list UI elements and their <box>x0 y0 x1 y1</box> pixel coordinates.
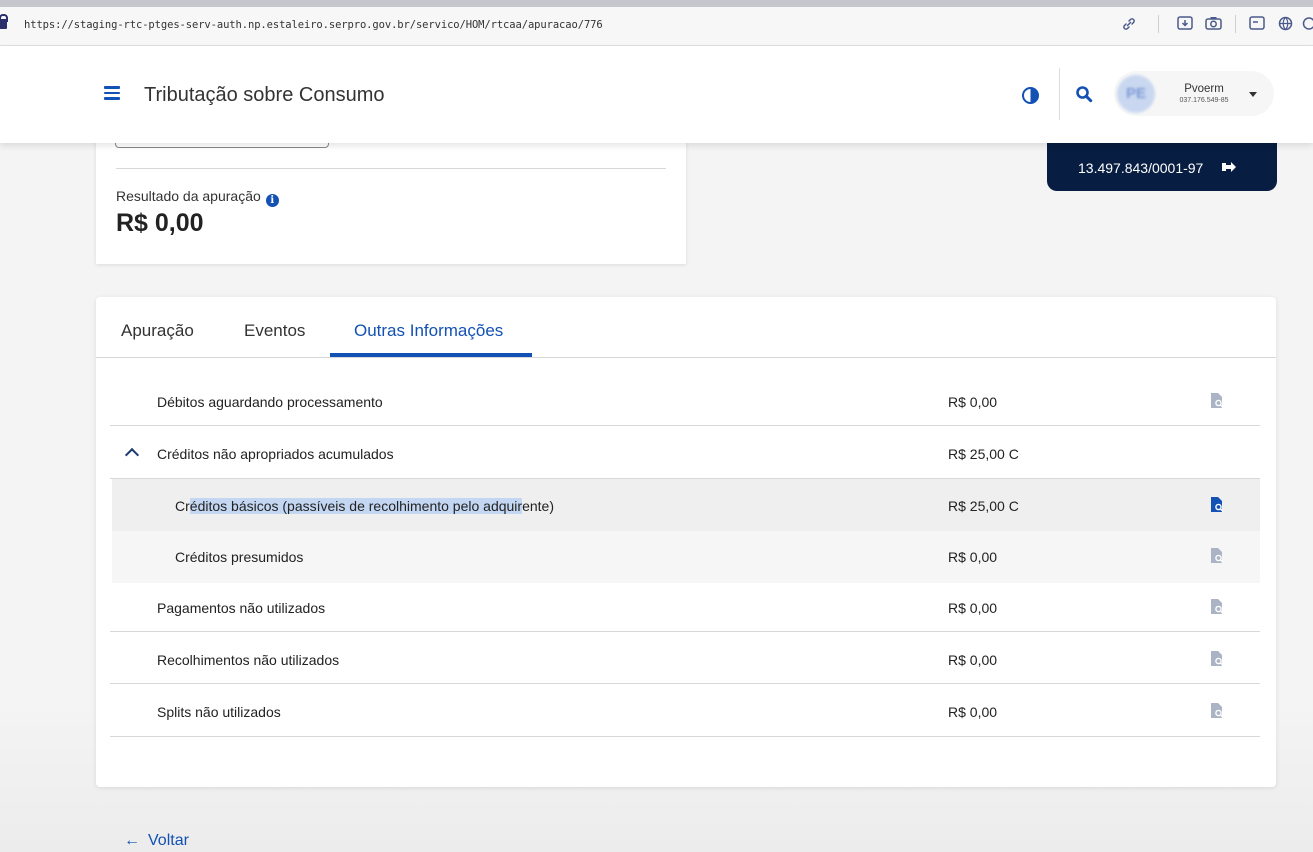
tabs-card: Apuração Eventos Outras Informações Débi… <box>96 297 1276 787</box>
tab-outras-informacoes[interactable]: Outras Informações <box>354 321 503 341</box>
browser-top-strip <box>0 0 1313 7</box>
globe-icon[interactable] <box>1276 16 1294 32</box>
row-value: R$ 25,00 C <box>948 446 1019 462</box>
document-search-icon <box>1210 547 1224 564</box>
row-label: Créditos não apropriados acumulados <box>157 446 394 462</box>
row-value: R$ 0,00 <box>948 652 998 668</box>
result-value: R$ 0,00 <box>116 209 204 237</box>
hamburger-menu-icon[interactable] <box>104 86 120 100</box>
header-divider <box>1059 68 1060 120</box>
row-label: Splits não utilizados <box>157 704 281 720</box>
back-link[interactable]: ← Voltar <box>124 832 189 850</box>
tab-bar: Apuração Eventos Outras Informações <box>96 297 1276 358</box>
camera-icon[interactable] <box>1204 16 1222 32</box>
user-menu-button[interactable]: PE Pvoerm 037.176.549-85 <box>1114 71 1274 116</box>
row-label-suffix: ente) <box>522 498 554 514</box>
app-header: Tributação sobre Consumo PE Pvoerm 037.1… <box>0 46 1313 143</box>
user-id: 037.176.549-85 <box>1179 97 1229 104</box>
avatar: PE <box>1117 75 1155 113</box>
divider <box>116 168 666 169</box>
chevron-up-icon[interactable] <box>124 447 140 463</box>
company-cnpj: 13.497.843/0001-97 <box>1078 160 1204 176</box>
row-value: R$ 0,00 <box>948 394 998 410</box>
search-icon[interactable] <box>1075 85 1093 103</box>
caret-down-icon <box>1249 92 1257 97</box>
link-icon[interactable] <box>1120 16 1138 32</box>
toolbar-separator <box>1235 15 1236 33</box>
row-label: Créditos presumidos <box>175 549 304 565</box>
back-link-label: Voltar <box>148 832 189 849</box>
exit-icon[interactable] <box>1221 160 1236 174</box>
document-search-icon[interactable] <box>1210 496 1224 513</box>
tab-apuracao[interactable]: Apuração <box>121 321 194 341</box>
download-icon[interactable] <box>1176 16 1194 32</box>
row-value: R$ 25,00 C <box>948 498 1019 514</box>
extension-icon[interactable] <box>1300 16 1313 32</box>
lock-icon <box>0 14 8 29</box>
row-value: R$ 0,00 <box>948 549 998 565</box>
document-search-icon <box>1210 702 1224 719</box>
row-label: Créditos básicos (passíveis de recolhime… <box>175 498 554 514</box>
row-label: Pagamentos não utilizados <box>157 600 326 616</box>
toolbar-separator <box>1158 15 1159 33</box>
app-title: Tributação sobre Consumo <box>144 84 385 106</box>
row-label: Débitos aguardando processamento <box>157 394 383 410</box>
info-icon[interactable]: i <box>265 194 279 207</box>
row-divider <box>110 736 1260 737</box>
tab-eventos[interactable]: Eventos <box>244 321 305 341</box>
selected-text: éditos básicos (passíveis de recolhiment… <box>189 498 523 514</box>
document-search-icon <box>1210 392 1224 409</box>
browser-url-bar: https://staging-rtc-ptges-serv-auth.np.e… <box>0 0 1313 46</box>
row-value: R$ 0,00 <box>948 704 998 720</box>
result-label-text: Resultado da apuração <box>116 188 261 204</box>
company-badge[interactable]: 13.497.843/0001-97 <box>1047 143 1277 191</box>
result-label: Resultado da apuração i <box>116 188 279 207</box>
sub-rows-background <box>112 479 1260 583</box>
row-divider <box>110 631 1260 632</box>
row-divider <box>110 478 1260 479</box>
document-search-icon <box>1210 598 1224 615</box>
row-divider <box>110 425 1260 426</box>
row-value: R$ 0,00 <box>948 600 998 616</box>
row-label-prefix: Cr <box>175 498 190 514</box>
user-name: Pvoerm <box>1184 83 1224 95</box>
summary-card: Resultado da apuração i R$ 0,00 <box>96 135 686 264</box>
row-divider <box>110 683 1260 684</box>
contrast-toggle-icon[interactable] <box>1022 87 1039 104</box>
document-search-icon <box>1210 650 1224 667</box>
arrow-left-icon: ← <box>124 832 140 849</box>
window-icon[interactable] <box>1248 16 1266 32</box>
active-tab-indicator <box>330 353 532 357</box>
url-text[interactable]: https://staging-rtc-ptges-serv-auth.np.e… <box>24 19 603 31</box>
row-label: Recolhimentos não utilizados <box>157 652 340 668</box>
